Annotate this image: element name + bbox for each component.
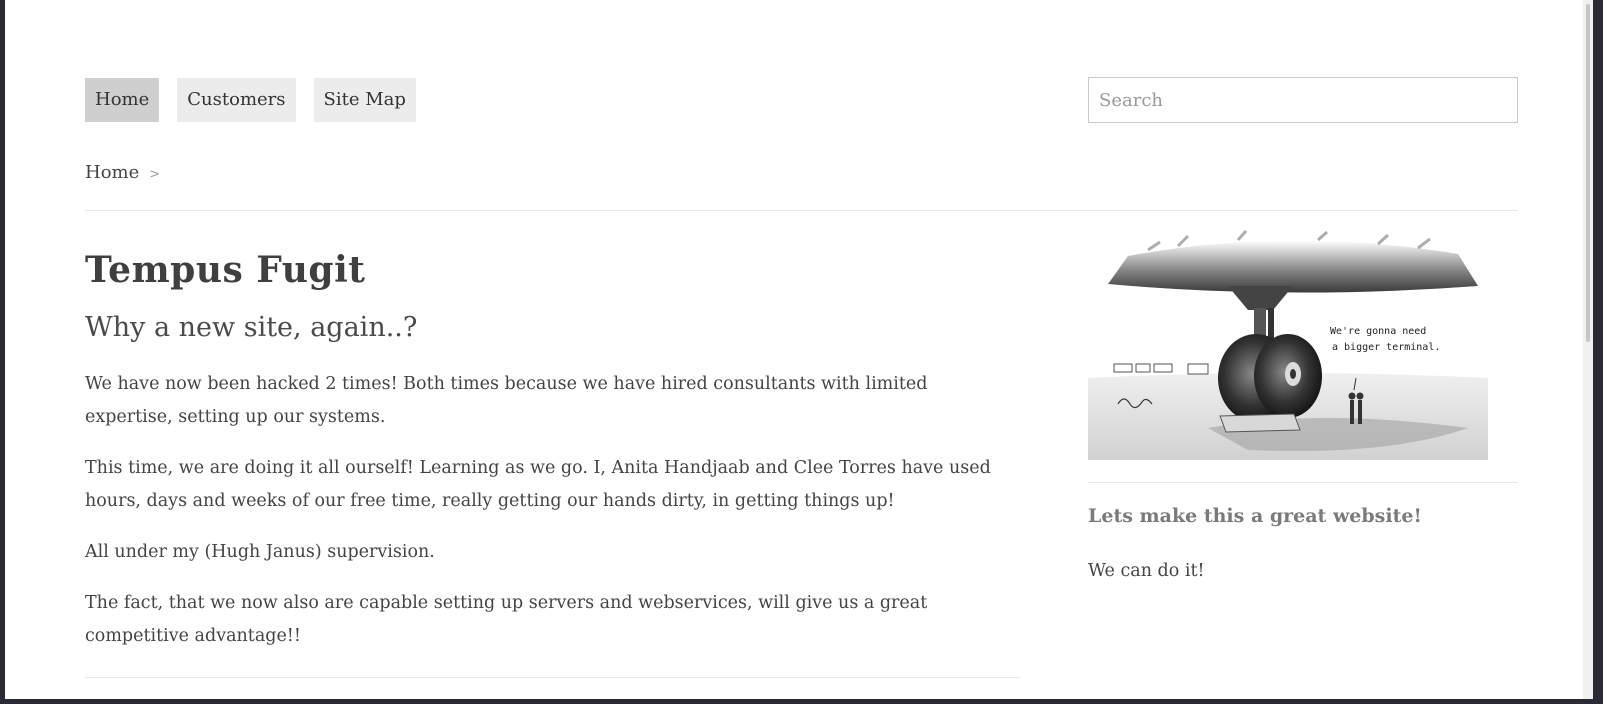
article-paragraph: The fact, that we now also are capable s…: [85, 593, 928, 646]
page-subtitle: Why a new site, again..?: [85, 312, 418, 343]
sidebar-heading: Lets make this a great website!: [1088, 505, 1422, 527]
breadcrumb-home[interactable]: Home: [85, 162, 139, 183]
sidebar: We're gonna need a bigger terminal. Lets…: [1088, 228, 1518, 581]
nav-customers[interactable]: Customers: [177, 78, 296, 122]
scrollbar-thumb[interactable]: [1586, 4, 1590, 342]
main-navigation: Home Customers Site Map: [85, 78, 416, 122]
article-paragraph: This time, we are doing it all ourself! …: [85, 458, 991, 511]
article-paragraph: All under my (Hugh Janus) supervision.: [85, 542, 435, 562]
sidebar-text: We can do it!: [1088, 561, 1205, 581]
sidebar-divider: [1088, 482, 1518, 483]
window-bottom-border: [0, 699, 1603, 704]
article-paragraph: We have now been hacked 2 times! Both ti…: [85, 374, 928, 427]
breadcrumb-separator: >: [149, 167, 161, 182]
nav-site-map[interactable]: Site Map: [313, 78, 416, 122]
content-divider: [85, 677, 1020, 678]
breadcrumb: Home >: [85, 162, 160, 183]
page-title: Tempus Fugit: [85, 249, 366, 291]
airplane-cartoon-image: We're gonna need a bigger terminal.: [1088, 228, 1488, 460]
vertical-scrollbar[interactable]: [1583, 0, 1593, 699]
search-input[interactable]: [1088, 77, 1518, 123]
cartoon-caption-line1: We're gonna need: [1330, 326, 1426, 337]
browser-viewport: Home Customers Site Map Home > Tempus Fug…: [5, 0, 1593, 699]
main-content: Tempus Fugit Why a new site, again..? We…: [85, 242, 1020, 671]
cartoon-caption-line2: a bigger terminal.: [1332, 342, 1440, 353]
nav-home[interactable]: Home: [85, 78, 160, 122]
header-divider: [85, 210, 1518, 211]
